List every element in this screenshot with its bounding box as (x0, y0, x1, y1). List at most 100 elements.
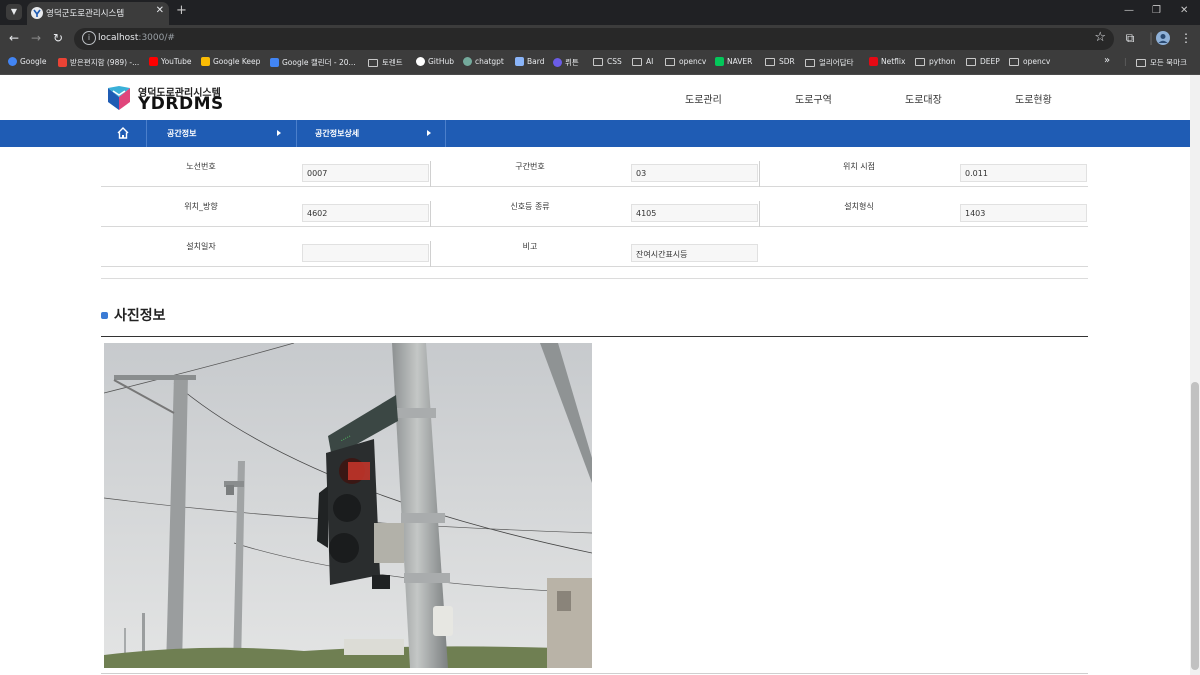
browser-tab[interactable]: 영덕군도로관리시스템 ✕ (27, 2, 169, 25)
bookmark-item[interactable]: opencv (1009, 57, 1050, 66)
bookmark-item[interactable]: Bard (515, 57, 544, 66)
bookmark-label: CSS (607, 57, 622, 66)
folder-icon (593, 57, 603, 66)
tab-search-icon[interactable]: ▼ (6, 4, 22, 20)
browser-toolbar: ← → ↻ i localhost:3000/# ☆ ⧉ | ⋮ (0, 25, 1200, 53)
bookmark-item[interactable]: GitHub (416, 57, 454, 66)
route-number-field[interactable]: 0007 (302, 164, 429, 182)
bookmark-label: 뤼튼 (565, 58, 579, 67)
bookmark-label: Netflix (881, 57, 906, 66)
tab-title: 영덕군도로관리시스템 (46, 9, 125, 19)
traffic-signal-photo: ····· (104, 343, 592, 668)
bookmark-item[interactable]: YouTube (149, 57, 192, 66)
remarks-label: 비고 (522, 242, 538, 251)
bookmark-item[interactable]: 받은편지함 (989) -... (58, 57, 139, 68)
bookmark-item[interactable]: Netflix (869, 57, 905, 66)
netflix-icon (869, 57, 878, 66)
bookmark-item[interactable]: 얼리어답타 (805, 57, 854, 68)
bookmark-item[interactable]: 토렌트 (368, 57, 403, 68)
window-close-icon[interactable]: ✕ (1180, 5, 1188, 16)
bookmark-label: 토렌트 (382, 58, 403, 67)
page-scrollbar-thumb[interactable] (1191, 382, 1199, 670)
bookmark-label: Google 캘린더 - 20... (282, 58, 356, 67)
keep-icon (201, 57, 210, 66)
table-row: 설치일자 비고 잔여시간표시등 (101, 227, 1088, 267)
menu-kebab-icon[interactable]: ⋮ (1178, 31, 1194, 45)
naver-icon (715, 57, 724, 66)
bookmark-label: DEEP (980, 57, 1000, 66)
bookmark-label: opencv (1023, 57, 1051, 66)
extensions-icon[interactable]: ⧉ (1122, 31, 1138, 46)
minimize-icon[interactable]: — (1124, 5, 1134, 16)
folder-icon (915, 57, 925, 66)
remarks-field[interactable]: 잔여시간표시등 (631, 244, 758, 262)
location-direction-field[interactable]: 4602 (302, 204, 429, 222)
bookmark-label: opencv (679, 57, 707, 66)
table-bottom-border (101, 278, 1088, 279)
site-header: 영덕도로관리시스템 YDRDMS 도로관리 도로구역 도로대장 도로현황 (0, 75, 1190, 120)
bookmark-item[interactable]: Google (8, 57, 46, 66)
chevron-right-icon (277, 130, 281, 136)
bookmark-label: AI (646, 57, 654, 66)
folder-icon (765, 57, 775, 66)
address-bar[interactable]: i localhost:3000/# ☆ (74, 28, 1114, 50)
more-bookmarks-icon[interactable]: » (1104, 55, 1110, 66)
profile-avatar-icon[interactable] (1156, 31, 1170, 45)
forward-icon[interactable]: → (28, 31, 44, 45)
section-number-field[interactable]: 03 (631, 164, 758, 182)
bard-icon (515, 57, 524, 66)
bookmark-item[interactable]: chatgpt (463, 57, 504, 66)
youtube-icon (149, 57, 158, 66)
bookmark-item[interactable]: opencv (665, 57, 706, 66)
nav-road-zone[interactable]: 도로구역 (795, 91, 832, 106)
breadcrumb-spatial-info-detail[interactable]: 공간정보상세 (296, 120, 446, 147)
signal-type-field[interactable]: 4105 (631, 204, 758, 222)
logo-english-name[interactable]: YDRDMS (138, 94, 224, 114)
bookmark-label: python (929, 57, 956, 66)
bookmark-item[interactable]: AI (632, 57, 653, 66)
breadcrumb-bar: 공간정보 공간정보상세 (0, 120, 1190, 147)
bookmark-item[interactable]: NAVER (715, 57, 752, 66)
install-date-label: 설치일자 (186, 242, 216, 251)
bookmark-label: Google (20, 57, 47, 66)
bookmark-label: 받은편지함 (989) -... (70, 58, 140, 67)
restore-icon[interactable]: ❐ (1152, 5, 1161, 16)
folder-icon (632, 57, 642, 66)
nav-road-management[interactable]: 도로관리 (685, 91, 722, 106)
bookmark-item[interactable]: python (915, 57, 955, 66)
reload-icon[interactable]: ↻ (50, 31, 66, 45)
nav-road-status[interactable]: 도로현황 (1015, 91, 1052, 106)
section-bullet-icon (101, 312, 108, 319)
tab-close-icon[interactable]: ✕ (156, 5, 164, 16)
bookmark-item[interactable]: SDR (765, 57, 795, 66)
breadcrumb-spatial-info[interactable]: 공간정보 (146, 120, 296, 147)
photo-section-title: 사진정보 (114, 308, 166, 324)
location-start-field[interactable]: 0.011 (960, 164, 1087, 182)
folder-icon (1009, 57, 1019, 66)
bookmarks-divider: | (1124, 57, 1127, 66)
home-icon[interactable] (116, 126, 130, 140)
url-text[interactable]: localhost:3000/# (98, 33, 175, 43)
install-date-field[interactable] (302, 244, 429, 262)
bookmark-item[interactable]: CSS (593, 57, 622, 66)
bookmark-item[interactable]: Google Keep (201, 57, 260, 66)
install-type-label: 설치형식 (844, 202, 874, 211)
bookmark-item[interactable]: Google 캘린더 - 20... (270, 57, 356, 68)
site-info-icon[interactable]: i (82, 31, 96, 45)
nav-road-ledger[interactable]: 도로대장 (905, 91, 942, 106)
new-tab-button[interactable]: + (176, 3, 187, 18)
back-icon[interactable]: ← (6, 31, 22, 45)
all-bookmarks-button[interactable]: 모든 북마크 (1136, 57, 1187, 68)
ydrdms-logo-icon[interactable] (108, 86, 130, 110)
bookmark-item[interactable]: 뤼튼 (553, 57, 579, 68)
location-start-label: 위치 시점 (843, 162, 875, 171)
bookmark-star-icon[interactable]: ☆ (1094, 30, 1106, 45)
bookmark-label: chatgpt (475, 57, 504, 66)
folder-icon (665, 57, 675, 66)
install-type-field[interactable]: 1403 (960, 204, 1087, 222)
folder-icon (966, 57, 976, 66)
bookmark-label: NAVER (727, 57, 753, 66)
github-icon (416, 57, 425, 66)
bookmark-item[interactable]: DEEP (966, 57, 1000, 66)
folder-icon (1136, 58, 1146, 67)
